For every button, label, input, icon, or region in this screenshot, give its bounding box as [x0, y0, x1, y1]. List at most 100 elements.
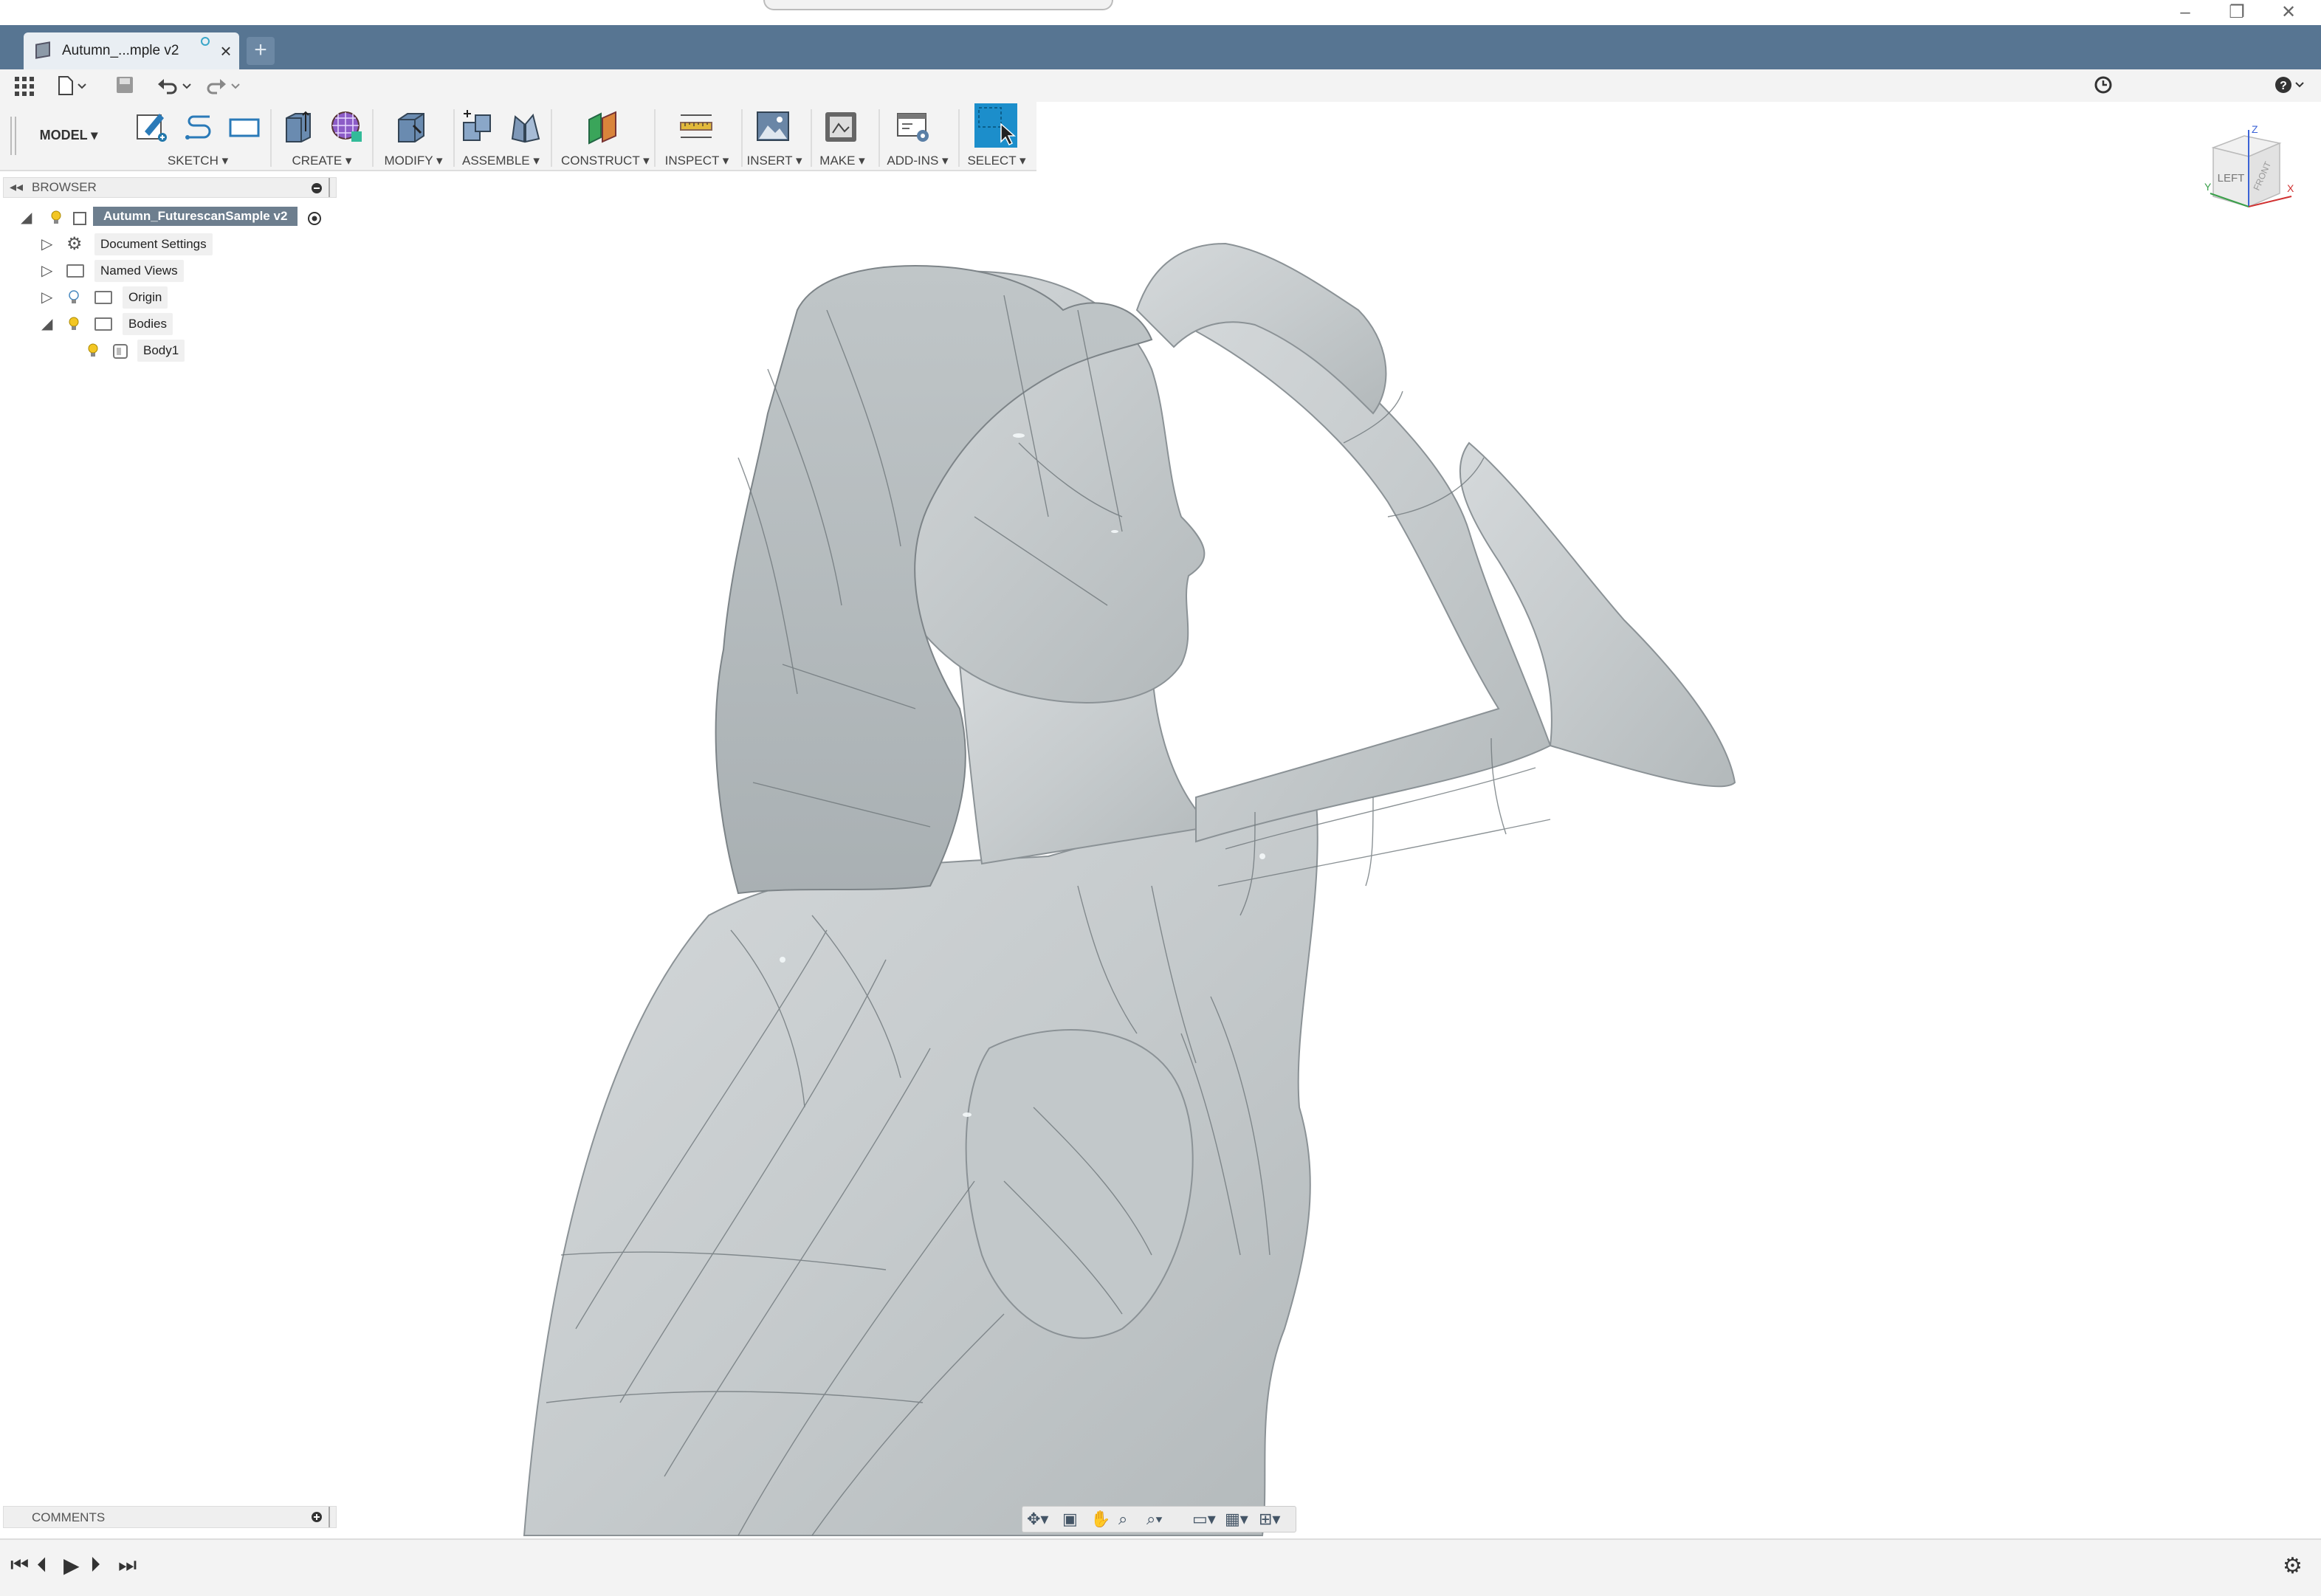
- tree-item-named-views[interactable]: ▷ Named Views: [41, 260, 337, 282]
- tree-item-origin[interactable]: ▷ Origin: [41, 286, 337, 309]
- zoom-icon[interactable]: ⌕: [1118, 1510, 1127, 1529]
- pan-hand-icon[interactable]: ✋: [1090, 1510, 1110, 1529]
- gear-icon: ⚙: [66, 234, 83, 254]
- job-status-clock-icon[interactable]: [2094, 75, 2113, 94]
- tree-root[interactable]: ◢ Autumn_FuturescanSample v2: [21, 207, 338, 229]
- undo-icon[interactable]: [157, 75, 195, 96]
- navigation-toolbar: ✥▾ ▣ ✋ ⌕ ⌕▾ ▭▾ ▦▾ ⊞▾: [1022, 1506, 1296, 1533]
- extrude-icon[interactable]: [282, 109, 316, 145]
- toolbar-grip[interactable]: [10, 117, 16, 155]
- press-pull-icon[interactable]: [394, 109, 428, 145]
- viewports-icon[interactable]: ⊞▾: [1259, 1510, 1280, 1529]
- svg-text:?: ?: [2280, 80, 2287, 92]
- rectangle-tool-icon[interactable]: [227, 109, 261, 145]
- root-component-label[interactable]: Autumn_FuturescanSample v2: [93, 207, 298, 226]
- file-menu-icon[interactable]: [58, 75, 90, 96]
- new-component-icon[interactable]: [461, 109, 495, 145]
- new-tab-button[interactable]: +: [247, 37, 275, 65]
- expand-triangle-icon[interactable]: ▷: [41, 286, 52, 309]
- activate-radio-icon[interactable]: [307, 211, 322, 226]
- assemble-menu[interactable]: ASSEMBLE ▾: [462, 154, 540, 168]
- addins-menu[interactable]: ADD-INS ▾: [880, 154, 955, 168]
- construct-menu[interactable]: CONSTRUCT ▾: [561, 154, 650, 168]
- axis-y-label: Y: [2204, 181, 2212, 193]
- visibility-bulb-off-icon[interactable]: [68, 290, 80, 305]
- close-tab-button[interactable]: ×: [217, 32, 235, 69]
- help-icon[interactable]: ?: [2274, 75, 2308, 94]
- play-icon[interactable]: ▶: [63, 1553, 80, 1578]
- look-at-icon[interactable]: ▣: [1062, 1510, 1078, 1529]
- display-settings-icon[interactable]: ▭▾: [1192, 1510, 1216, 1529]
- visibility-bulb-icon[interactable]: [50, 210, 62, 225]
- tree-item-document-settings[interactable]: ▷ ⚙ Document Settings: [41, 233, 337, 255]
- document-tab-title: Autumn_...mple v2: [62, 43, 179, 58]
- apps-grid-icon[interactable]: [15, 77, 34, 96]
- document-tab[interactable]: Autumn_...mple v2 ×: [24, 32, 239, 69]
- sketch-menu[interactable]: SKETCH ▾: [161, 154, 235, 168]
- create-sketch-icon[interactable]: [134, 109, 168, 145]
- orbit-icon[interactable]: ✥▾: [1027, 1510, 1048, 1529]
- joint-icon[interactable]: [508, 109, 542, 145]
- fit-zoom-icon[interactable]: ⌕▾: [1146, 1510, 1163, 1529]
- close-window-button[interactable]: ✕: [2266, 1, 2311, 24]
- redo-icon[interactable]: [205, 75, 244, 96]
- tree-item-body1[interactable]: Body1: [83, 340, 334, 362]
- inspect-menu[interactable]: INSPECT ▾: [660, 154, 734, 168]
- separator: [654, 109, 656, 167]
- add-comment-icon[interactable]: [311, 1511, 323, 1523]
- offset-plane-icon[interactable]: [586, 109, 620, 145]
- expand-triangle-icon[interactable]: ◢: [41, 313, 52, 335]
- scripts-addins-icon[interactable]: [896, 109, 930, 145]
- 3d-viewport[interactable]: [340, 171, 2321, 1537]
- pin-browser-handle[interactable]: [329, 178, 336, 197]
- visibility-bulb-icon[interactable]: [68, 317, 80, 331]
- folder-icon: [94, 291, 112, 304]
- modify-menu[interactable]: MODIFY ▾: [376, 154, 450, 168]
- drag-handle[interactable]: [763, 0, 1113, 10]
- view-cube[interactable]: LEFT FRONT Z X Y: [2200, 125, 2296, 221]
- form-tspline-icon[interactable]: [329, 109, 363, 145]
- insert-menu[interactable]: INSERT ▾: [743, 154, 806, 168]
- tree-item-label: Body1: [137, 340, 185, 362]
- go-to-start-icon[interactable]: ⏮: [10, 1553, 29, 1578]
- document-icon: [35, 41, 50, 59]
- step-back-icon[interactable]: ⏴: [37, 1553, 47, 1578]
- workspace-switcher[interactable]: MODEL ▾: [28, 118, 109, 152]
- create-menu[interactable]: CREATE ▾: [283, 154, 360, 168]
- sync-icon: [201, 37, 210, 46]
- tree-item-label: Named Views: [94, 260, 184, 282]
- tree-item-bodies[interactable]: ◢ Bodies: [41, 313, 337, 335]
- body-icon: [113, 344, 128, 359]
- axis-z-label: Z: [2252, 125, 2258, 135]
- expand-triangle-icon[interactable]: ▷: [41, 233, 52, 255]
- browser-options-icon[interactable]: [311, 182, 323, 194]
- comments-title: COMMENTS: [32, 1510, 106, 1524]
- separator: [551, 109, 552, 167]
- step-forward-icon[interactable]: ⏵: [90, 1553, 100, 1578]
- expand-triangle-icon[interactable]: ◢: [21, 207, 32, 229]
- select-menu[interactable]: SELECT ▾: [960, 154, 1034, 168]
- expand-triangle-icon[interactable]: ▷: [41, 260, 52, 282]
- go-to-end-icon[interactable]: ⏭: [118, 1553, 137, 1578]
- visibility-bulb-icon[interactable]: [87, 343, 99, 358]
- measure-icon[interactable]: [679, 109, 713, 145]
- collapse-browser-icon[interactable]: ◂◂: [10, 179, 23, 195]
- insert-image-icon[interactable]: [756, 109, 790, 145]
- timeline-settings-gear-icon[interactable]: ⚙: [2283, 1553, 2303, 1579]
- separator: [270, 109, 272, 167]
- pin-comments-handle[interactable]: [329, 1507, 336, 1527]
- viewcube-left-face[interactable]: LEFT: [2218, 172, 2245, 185]
- scanned-figure-model[interactable]: [340, 171, 2321, 1537]
- 3d-print-icon[interactable]: [824, 109, 858, 145]
- timeline-bar: ⏮ ⏴ ▶ ⏵ ⏭ ⚙: [0, 1538, 2321, 1596]
- make-menu[interactable]: MAKE ▾: [809, 154, 876, 168]
- minimize-button[interactable]: –: [2163, 1, 2207, 24]
- comments-panel-header: COMMENTS: [3, 1506, 337, 1528]
- restore-button[interactable]: ❐: [2215, 1, 2259, 24]
- save-icon[interactable]: [115, 75, 134, 94]
- grid-settings-icon[interactable]: ▦▾: [1225, 1510, 1248, 1529]
- tree-item-label: Document Settings: [94, 233, 213, 255]
- tree-item-label: Bodies: [123, 313, 173, 335]
- line-tool-icon[interactable]: [182, 109, 216, 145]
- select-tool-icon[interactable]: [974, 103, 1017, 148]
